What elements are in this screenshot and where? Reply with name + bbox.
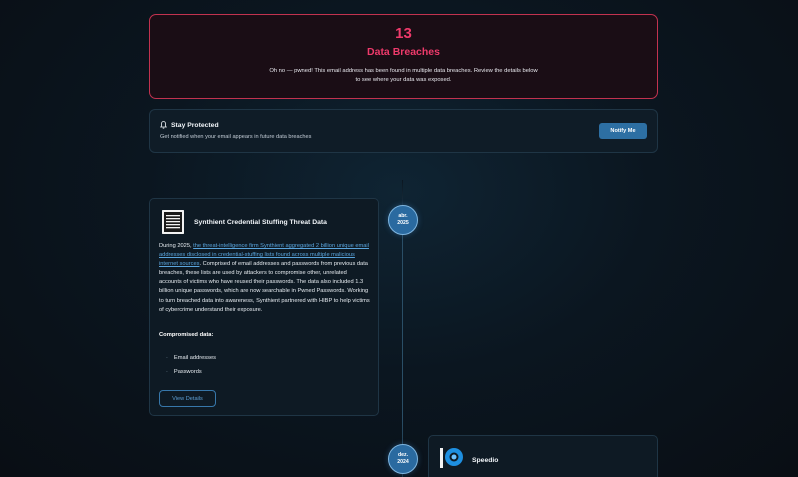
breach-card: Synthient Credential Stuffing Threat Dat… [149, 198, 379, 416]
timeline-date-badge: dez. 2024 [388, 444, 418, 474]
description-prefix: During 2025, [159, 243, 194, 249]
breach-alert-message: Oh no — pwned! This email address has be… [269, 68, 538, 83]
stay-protected-title-row: Stay Protected [160, 121, 219, 129]
stay-protected-panel: Stay Protected Get notified when your em… [149, 109, 658, 153]
breach-alert-banner: 13 Data Breaches Oh no — pwned! This ema… [149, 14, 658, 99]
breach-name: Synthient Credential Stuffing Threat Dat… [194, 219, 327, 226]
breach-name: Speedio [472, 457, 499, 464]
notify-me-button[interactable]: Notify Me [599, 123, 647, 139]
breach-description: During 2025, the threat-intelligence fir… [159, 242, 371, 315]
timeline-date-badge: abr. 2025 [388, 205, 418, 235]
breach-count: 13 [395, 25, 412, 42]
document-icon [162, 210, 184, 234]
compromised-data-list: Email addresses Passwords [166, 351, 216, 379]
compromised-data-title: Compromised data: [159, 332, 214, 338]
date-year: 2025 [397, 220, 409, 226]
breach-count-label: Data Breaches [367, 46, 440, 58]
description-suffix: . Comprised of email addresses and passw… [159, 261, 370, 313]
list-item: Passwords [166, 365, 216, 379]
breach-card: Speedio [428, 435, 658, 477]
stay-protected-subtitle: Get notified when your email appears in … [160, 134, 312, 140]
list-item: Email addresses [166, 351, 216, 365]
view-details-button[interactable]: View Details [159, 390, 216, 407]
speedio-logo-icon [439, 445, 465, 471]
date-year: 2024 [397, 459, 409, 465]
stay-protected-title: Stay Protected [171, 121, 219, 129]
bell-icon [160, 121, 167, 129]
date-month: dez. [397, 452, 409, 458]
date-month: abr. [398, 213, 408, 219]
